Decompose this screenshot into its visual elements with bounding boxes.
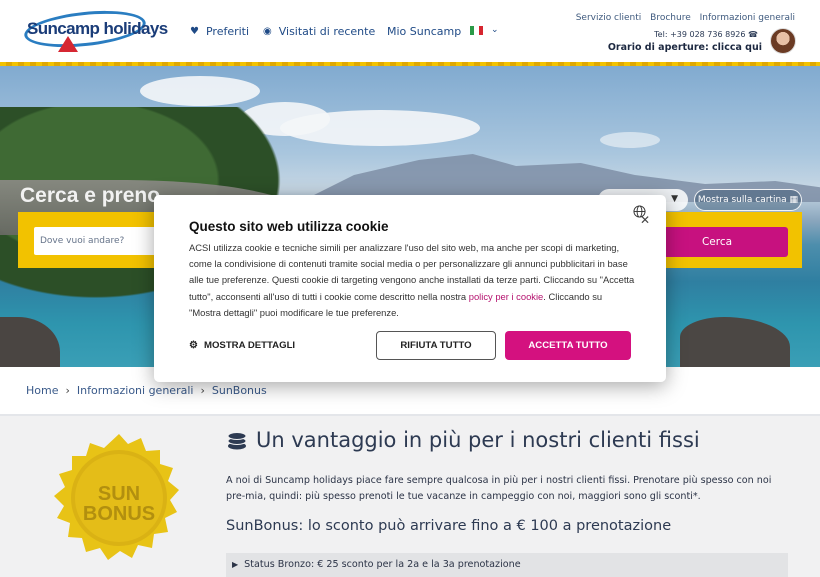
gear-icon: ⚙ — [189, 340, 198, 351]
nav-recently-viewed-label: Visitati di recente — [278, 25, 376, 38]
nav-recently-viewed[interactable]: ◉ Visitati di recente — [263, 25, 375, 38]
breadcrumb-informazioni[interactable]: Informazioni generali — [77, 384, 194, 397]
page-title-text: Un vantaggio in più per i nostri clienti… — [256, 428, 700, 452]
hero-stripe — [0, 62, 820, 66]
eye-icon: ◉ — [263, 26, 272, 37]
show-details-label: MOSTRA DETTAGLI — [203, 340, 296, 351]
rocks — [0, 317, 60, 367]
page-title: Un vantaggio in più per i nostri clienti… — [226, 428, 700, 452]
hero-title: Cerca e preno — [20, 184, 161, 207]
heart-icon: ♥ — [190, 26, 199, 37]
breadcrumb-separator: › — [65, 384, 70, 397]
search-button[interactable]: Cerca — [646, 227, 788, 257]
logo-text: Suncamp holidays — [27, 19, 168, 38]
opening-hours-link[interactable]: Orario di aperture: clicca qui — [608, 42, 762, 53]
cloud — [140, 76, 260, 106]
status-bronze-label: Status Bronzo: € 25 sconto per la 2a e l… — [244, 559, 521, 570]
cookie-consent-dialog: ✕ Questo sito web utilizza cookie ACSI u… — [154, 195, 666, 382]
language-selector[interactable]: ⌄ — [470, 25, 499, 35]
nav-mio-suncamp-label: Mio Suncamp — [387, 25, 462, 38]
phone-number[interactable]: Tel: +39 028 736 8926 ☎ — [654, 30, 758, 39]
breadcrumb-sunbonus[interactable]: SunBonus — [212, 384, 267, 397]
rocks — [680, 317, 790, 367]
badge-text-bonus: BONUS — [83, 503, 155, 525]
nav-favorites-label: Preferiti — [205, 25, 250, 38]
suncamp-logo[interactable]: Suncamp holidays — [22, 5, 168, 54]
breadcrumb: Home › Informazioni generali › SunBonus — [26, 384, 267, 397]
coins-icon — [227, 432, 247, 450]
filter-icon: ▼ — [671, 194, 678, 204]
badge-text-sun: SUN — [98, 483, 140, 505]
show-on-map-button[interactable]: Mostra sulla cartina ▦ — [694, 189, 802, 211]
chevron-down-icon: ⌄ — [491, 25, 499, 35]
sunbonus-badge: SUN BONUS — [54, 434, 179, 560]
sunbonus-subheading: SunBonus: lo sconto può arrivare fino a … — [226, 518, 672, 534]
customer-service-avatar[interactable] — [770, 28, 796, 54]
cookie-dialog-body: ACSI utilizza cookie e tecniche simili p… — [189, 240, 635, 321]
map-icon: ▦ — [789, 195, 799, 205]
status-bronze-row[interactable]: ▶ Status Bronzo: € 25 sconto per la 2a e … — [226, 553, 788, 577]
show-details-button[interactable]: ⚙ MOSTRA DETTAGLI — [189, 340, 295, 351]
phone-text: Tel: +39 028 736 8926 — [654, 30, 746, 39]
nav-favorites[interactable]: ♥ Preferiti — [190, 25, 249, 38]
italian-flag-icon — [470, 25, 483, 35]
cloud — [600, 132, 660, 148]
intro-paragraph: A noi di Suncamp holidays piace fare sem… — [226, 475, 772, 502]
breadcrumb-home[interactable]: Home — [26, 384, 58, 397]
site-header: Suncamp holidays ♥ Preferiti ◉ Visitati … — [0, 0, 820, 62]
breadcrumb-separator: › — [200, 384, 205, 397]
cookie-policy-link[interactable]: policy per i cookie — [469, 291, 544, 302]
chevron-right-icon: ▶ — [232, 560, 239, 569]
top-links: Servizio clienti Brochure Informazioni g… — [570, 13, 795, 23]
phone-icon: ☎ — [748, 30, 758, 39]
show-on-map-label: Mostra sulla cartina — [697, 195, 787, 205]
accept-all-button[interactable]: ACCETTA TUTTO — [505, 331, 631, 360]
cloud — [280, 110, 480, 146]
reject-all-button[interactable]: RIFIUTA TUTTO — [376, 331, 496, 360]
link-brochure[interactable]: Brochure — [650, 13, 691, 23]
cookie-dialog-title: Questo sito web utilizza cookie — [189, 219, 389, 234]
link-servizio-clienti[interactable]: Servizio clienti — [576, 13, 642, 23]
nav-mio-suncamp[interactable]: Mio Suncamp — [387, 25, 461, 38]
link-informazioni-generali[interactable]: Informazioni generali — [700, 13, 795, 23]
close-icon[interactable]: ✕ — [640, 213, 650, 227]
